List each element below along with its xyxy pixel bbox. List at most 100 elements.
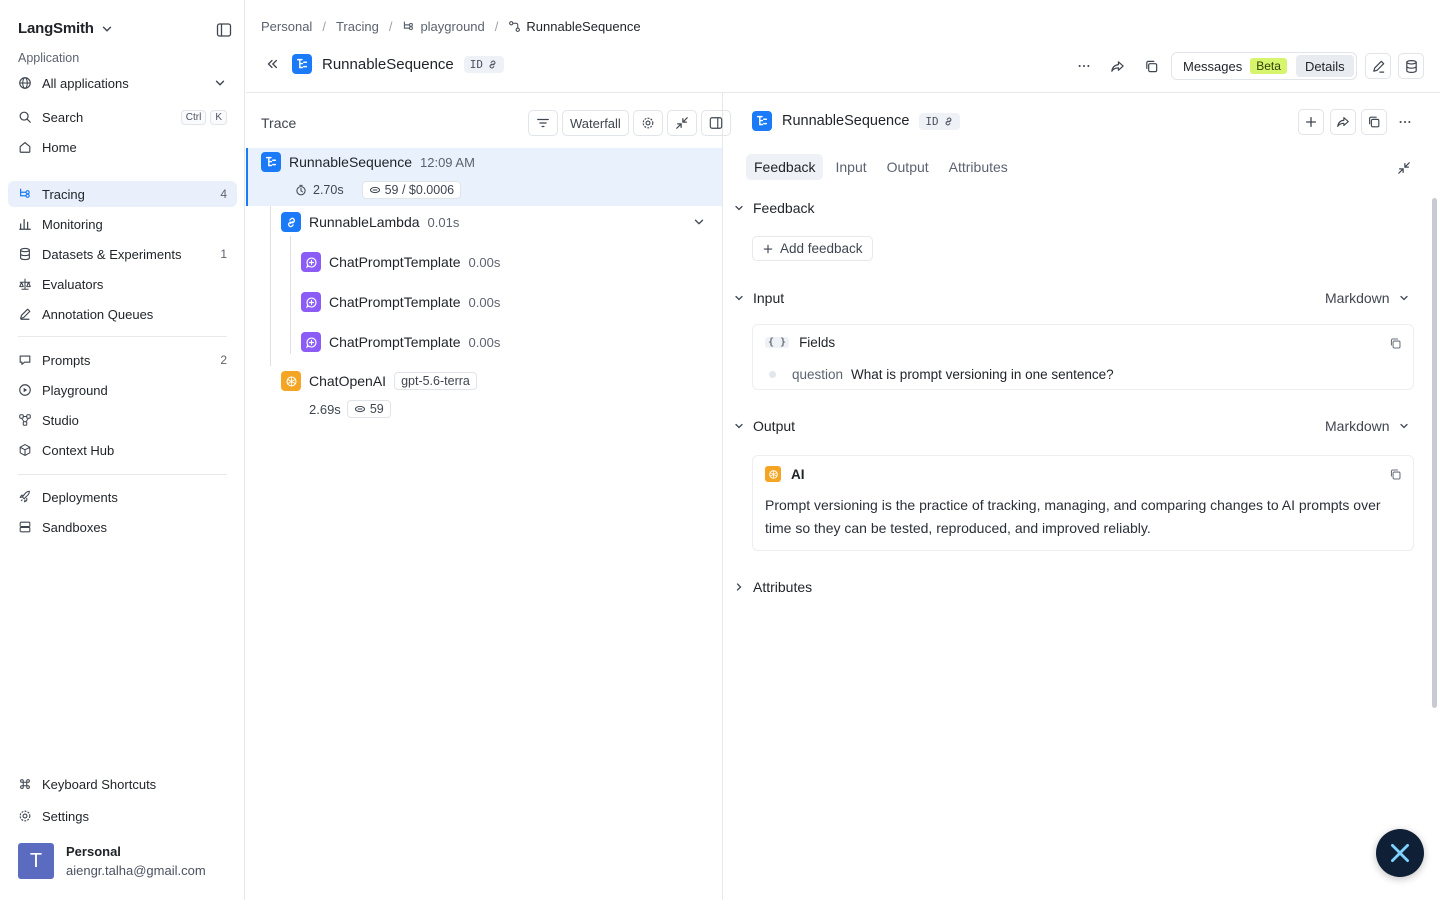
details-scrollbar[interactable] [1432, 198, 1437, 708]
collapse-left-icon[interactable] [262, 54, 282, 74]
token-cost-chip: 59 / $0.0006 [361, 181, 462, 199]
sidebar-item-playground[interactable]: Playground [8, 377, 237, 403]
output-section-toggle[interactable]: Output [733, 418, 795, 434]
details-tabs: Feedback Input Output Attributes [746, 154, 1016, 180]
copy-id-button[interactable]: ID [463, 55, 505, 73]
runnable-sequence-icon [752, 111, 772, 131]
user-email: aiengr.talha@gmail.com [66, 863, 206, 878]
prompt-icon [301, 332, 321, 352]
pane-divider[interactable] [722, 93, 723, 900]
trace-node-llm[interactable]: ChatOpenAI gpt-5.6-terra [281, 371, 477, 391]
openai-icon [765, 466, 781, 482]
sidebar-item-label: Context Hub [42, 442, 115, 458]
feedback-section-toggle[interactable]: Feedback [733, 200, 814, 216]
messages-view-button[interactable]: Messages Beta [1174, 55, 1296, 77]
section-title: Output [753, 418, 796, 434]
link-icon [281, 212, 301, 232]
copy-icon[interactable] [1387, 335, 1403, 351]
sidebar-item-tracing[interactable]: Tracing 4 [8, 181, 237, 207]
sidebar-item-context-hub[interactable]: Context Hub [8, 437, 237, 463]
collapse-icon[interactable] [666, 110, 697, 136]
gear-icon[interactable] [632, 110, 663, 136]
node-name: ChatOpenAI [309, 373, 387, 389]
token-icon [369, 184, 381, 196]
breadcrumb-separator: / [494, 19, 499, 34]
breadcrumb-personal[interactable]: Personal [261, 19, 312, 34]
sidebar-item-prompts[interactable]: Prompts 2 [8, 347, 237, 373]
view-mode-toggle: Messages Beta Details [1171, 52, 1357, 80]
node-name: ChatPromptTemplate [329, 334, 461, 350]
collapse-icon[interactable] [1391, 155, 1417, 181]
more-options-icon[interactable] [1071, 53, 1097, 79]
link-icon [487, 59, 498, 70]
assistant-launcher-button[interactable] [1376, 829, 1424, 877]
trace-node-lambda[interactable]: RunnableLambda 0.01s [281, 212, 706, 232]
add-feedback-button[interactable]: Add feedback [752, 236, 873, 261]
search-button[interactable]: Search Ctrl K [8, 104, 237, 130]
panel-toggle-icon[interactable] [700, 110, 731, 136]
breadcrumb-current-label: RunnableSequence [526, 19, 641, 34]
sidebar-item-monitoring[interactable]: Monitoring [8, 211, 237, 237]
sidebar-item-evaluators[interactable]: Evaluators [8, 271, 237, 297]
sidebar-item-label: Studio [42, 412, 79, 428]
kbd-k: K [210, 109, 227, 125]
trace-node-prompt-3[interactable]: ChatPromptTemplate 0.00s [301, 332, 500, 352]
sidebar-item-label: Annotation Queues [42, 306, 154, 322]
tab-input[interactable]: Input [827, 154, 874, 180]
format-label: Markdown [1325, 290, 1390, 306]
copy-icon[interactable] [1138, 53, 1164, 79]
sidebar-item-settings[interactable]: Settings [8, 803, 237, 829]
copy-id-button[interactable]: ID [919, 112, 960, 130]
sidebar-item-label: Tracing [42, 186, 85, 202]
sidebar-item-keyboard-shortcuts[interactable]: Keyboard Shortcuts [8, 771, 237, 797]
run-title: RunnableSequence [322, 55, 454, 73]
app-selector[interactable]: All applications [8, 70, 237, 96]
share-icon[interactable] [1330, 109, 1356, 135]
sidebar-item-studio[interactable]: Studio [8, 407, 237, 433]
breadcrumb: Personal / Tracing / playground / Runnab… [261, 19, 641, 34]
token-chip: 59 [346, 400, 391, 418]
trace-node-root[interactable]: RunnableSequence 12:09 AM [261, 152, 475, 172]
sidebar-item-count: 2 [220, 353, 227, 367]
waterfall-button[interactable]: Waterfall [562, 110, 629, 136]
tab-output[interactable]: Output [879, 154, 937, 180]
trace-node-prompt-1[interactable]: ChatPromptTemplate 0.00s [301, 252, 500, 272]
node-duration: 0.00s [468, 254, 501, 270]
sidebar-item-datasets[interactable]: Datasets & Experiments 1 [8, 241, 237, 267]
plus-icon[interactable] [1298, 109, 1324, 135]
chevron-down-icon[interactable] [692, 215, 706, 229]
sidebar-item-annotation-queues[interactable]: Annotation Queues [8, 301, 237, 327]
tracing-icon [18, 187, 32, 201]
tab-feedback[interactable]: Feedback [746, 154, 824, 180]
breadcrumb-tracing[interactable]: Tracing [336, 19, 379, 34]
copy-icon[interactable] [1361, 109, 1387, 135]
avatar: T [18, 843, 54, 879]
sidebar-item-home[interactable]: Home [8, 134, 237, 160]
details-view-button[interactable]: Details [1295, 55, 1354, 77]
id-label: ID [469, 57, 484, 71]
breadcrumb-project[interactable]: playground [402, 19, 485, 34]
input-format-select[interactable]: Markdown [1325, 290, 1410, 306]
add-to-dataset-icon[interactable] [1398, 53, 1424, 79]
share-icon[interactable] [1104, 53, 1130, 79]
trace-node-prompt-2[interactable]: ChatPromptTemplate 0.00s [301, 292, 500, 312]
output-format-select[interactable]: Markdown [1325, 418, 1410, 434]
sidebar-toggle-icon[interactable] [214, 20, 234, 40]
user-profile[interactable]: T Personal aiengr.talha@gmail.com [18, 843, 206, 879]
more-options-icon[interactable] [1392, 109, 1418, 135]
tree-connector [270, 206, 271, 366]
copy-icon[interactable] [1387, 466, 1403, 482]
section-label: Application [18, 51, 80, 65]
sidebar-item-sandboxes[interactable]: Sandboxes [8, 514, 237, 540]
node-name: RunnableSequence [289, 154, 412, 170]
sidebar-item-label: Home [42, 139, 77, 155]
sidebar-item-deployments[interactable]: Deployments [8, 484, 237, 510]
cube-icon [18, 443, 32, 457]
section-title: Input [753, 290, 785, 306]
tab-attributes[interactable]: Attributes [941, 154, 1016, 180]
workspace-switcher[interactable]: LangSmith [18, 20, 114, 37]
input-section-toggle[interactable]: Input [733, 290, 784, 306]
attributes-section-toggle[interactable]: Attributes [733, 579, 812, 595]
filter-icon[interactable] [528, 110, 558, 136]
edit-icon[interactable] [1365, 53, 1391, 79]
